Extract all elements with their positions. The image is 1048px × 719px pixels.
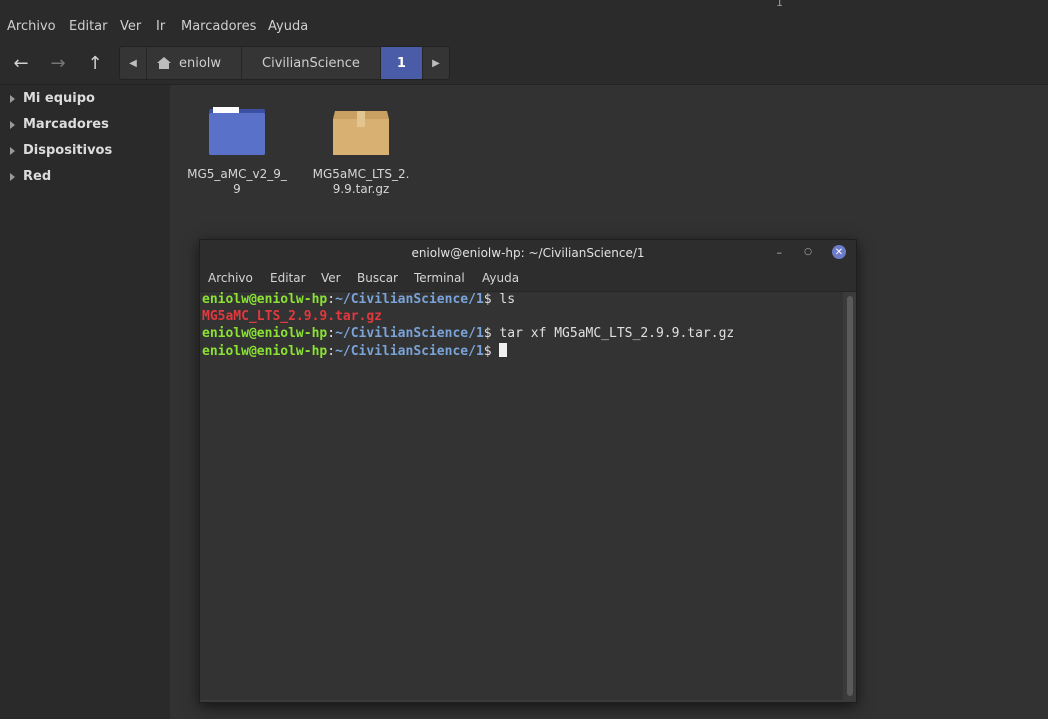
minimize-icon[interactable]: – (777, 246, 783, 259)
sidebar-item-marcadores[interactable]: Marcadores (10, 117, 109, 132)
breadcrumb-current[interactable]: 1 (380, 47, 423, 79)
menu-ir[interactable]: Ir (156, 19, 165, 34)
prompt-symbol: $ (483, 326, 492, 341)
terminal-menu-editar[interactable]: Editar (270, 271, 306, 285)
arrow-up-icon: ↑ (87, 52, 103, 74)
arrow-right-icon: → (50, 52, 66, 74)
terminal-menu-ver[interactable]: Ver (321, 271, 341, 285)
terminal-window[interactable]: eniolw@eniolw-hp: ~/CivilianScience/1 – … (199, 239, 857, 703)
sidebar-item-dispositivos[interactable]: Dispositivos (10, 143, 112, 158)
sidebar-item-label: Marcadores (23, 117, 109, 132)
terminal-line: eniolw@eniolw-hp:~/CivilianScience/1$ (202, 343, 843, 360)
breadcrumb-current-label: 1 (396, 55, 406, 71)
sidebar-item-mi-equipo[interactable]: Mi equipo (10, 91, 95, 106)
prompt-path: ~/CivilianScience/1 (335, 344, 484, 359)
terminal-menu-ayuda[interactable]: Ayuda (482, 271, 519, 285)
breadcrumb-home-label: eniolw (179, 55, 222, 71)
file-name: MG5_aMC_v2_9_9 (187, 167, 287, 196)
terminal-output[interactable]: eniolw@eniolw-hp:~/CivilianScience/1$ ls… (200, 292, 843, 700)
file-name: MG5aMC_LTS_2.9.9.tar.gz (312, 167, 410, 196)
file-item-archive[interactable]: MG5aMC_LTS_2.9.9.tar.gz (311, 105, 411, 197)
terminal-menu-buscar[interactable]: Buscar (357, 271, 398, 285)
menu-ayuda[interactable]: Ayuda (268, 19, 308, 34)
sidebar-item-label: Dispositivos (23, 143, 113, 158)
back-button[interactable]: ← (7, 49, 35, 77)
command-text: ls (491, 292, 516, 307)
terminal-title: eniolw@eniolw-hp: ~/CivilianScience/1 (411, 246, 645, 260)
menu-archivo[interactable]: Archivo (7, 19, 56, 34)
prompt-symbol: $ (483, 344, 492, 359)
prompt-path: ~/CivilianScience/1 (335, 292, 484, 307)
menu-bar: 1 Archivo Editar Ver Ir Marcadores Ayuda (0, 0, 1048, 42)
breadcrumb-civilianscience[interactable]: CivilianScience (242, 47, 381, 79)
prompt-sep: : (327, 344, 336, 359)
prompt-sep: : (327, 292, 336, 307)
expander-icon[interactable] (10, 172, 15, 181)
prompt-path: ~/CivilianScience/1 (335, 326, 484, 341)
window-title: 1 (776, 0, 783, 9)
archive-icon (333, 111, 389, 155)
terminal-titlebar[interactable]: eniolw@eniolw-hp: ~/CivilianScience/1 – … (200, 240, 856, 266)
prompt-symbol: $ (483, 292, 492, 307)
sidebar-item-red[interactable]: Red (10, 169, 51, 184)
sidebar-item-label: Red (23, 169, 52, 184)
terminal-line: eniolw@eniolw-hp:~/CivilianScience/1$ ls (202, 292, 843, 309)
terminal-cursor (499, 343, 508, 357)
forward-button[interactable]: → (44, 49, 72, 77)
expander-icon[interactable] (10, 94, 15, 103)
terminal-line: MG5aMC_LTS_2.9.9.tar.gz (202, 309, 843, 326)
terminal-menu-terminal[interactable]: Terminal (414, 271, 465, 285)
sidebar: Mi equipo Marcadores Dispositivos Red (0, 85, 170, 719)
command-text (492, 344, 500, 359)
chevron-left-icon: ◀ (129, 57, 137, 69)
maximize-icon[interactable]: ○ (804, 247, 812, 257)
terminal-scrollbar[interactable] (847, 296, 853, 696)
breadcrumb-civilianscience-label: CivilianScience (262, 55, 360, 71)
menu-marcadores[interactable]: Marcadores (181, 19, 256, 34)
close-icon[interactable]: ✕ (832, 245, 846, 259)
ls-output: MG5aMC_LTS_2.9.9.tar.gz (202, 309, 383, 324)
prompt-sep: : (327, 326, 336, 341)
menu-ver[interactable]: Ver (120, 19, 141, 34)
home-icon (157, 57, 171, 69)
terminal-menu-archivo[interactable]: Archivo (208, 271, 253, 285)
chevron-right-icon: ▶ (432, 57, 440, 69)
toolbar: ← → ↑ ◀ eniolw CivilianScience 1 ▶ (0, 42, 1048, 85)
sidebar-item-label: Mi equipo (23, 91, 95, 106)
arrow-left-icon: ← (13, 52, 29, 74)
up-button[interactable]: ↑ (81, 49, 109, 77)
command-text: tar xf MG5aMC_LTS_2.9.9.tar.gz (491, 326, 735, 341)
breadcrumb-left-button[interactable]: ◀ (120, 47, 147, 79)
folder-icon (209, 107, 265, 155)
prompt-user: eniolw@eniolw-hp (202, 292, 328, 307)
breadcrumb: ◀ eniolw CivilianScience 1 ▶ (119, 46, 450, 80)
breadcrumb-right-button[interactable]: ▶ (423, 47, 449, 79)
breadcrumb-home[interactable]: eniolw (147, 47, 243, 79)
file-item-folder[interactable]: MG5_aMC_v2_9_9 (187, 105, 287, 197)
expander-icon[interactable] (10, 120, 15, 129)
menu-editar[interactable]: Editar (69, 19, 108, 34)
prompt-user: eniolw@eniolw-hp (202, 344, 328, 359)
terminal-menu-bar: Archivo Editar Ver Buscar Terminal Ayuda (200, 266, 856, 292)
expander-icon[interactable] (10, 146, 15, 155)
prompt-user: eniolw@eniolw-hp (202, 326, 328, 341)
terminal-line: eniolw@eniolw-hp:~/CivilianScience/1$ ta… (202, 326, 843, 343)
